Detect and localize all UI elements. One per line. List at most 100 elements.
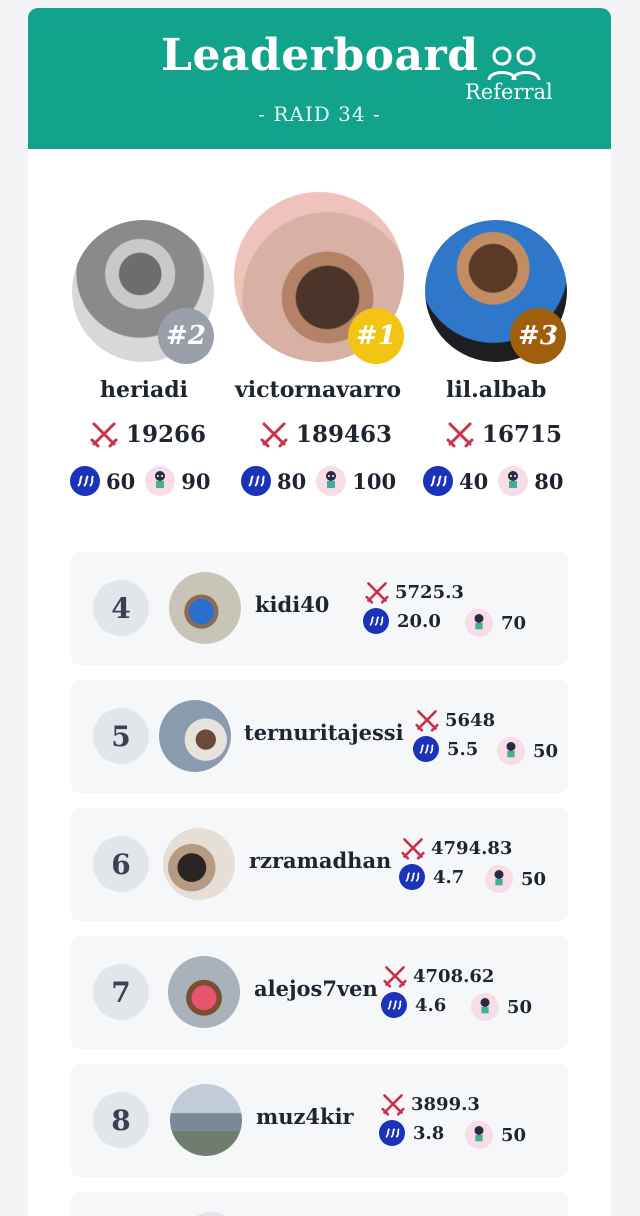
score-value: 4794.83 [431,837,513,859]
list-item[interactable]: 5 ternuritajessi 5648 5.5 50 [71,680,568,793]
steem-value: 4.6 [415,994,447,1016]
steem-icon [70,466,100,496]
pet-reward: 50 [485,865,546,893]
raid-label: - RAID 34 - [258,102,381,126]
crossed-swords-icon [365,582,389,604]
pet-value: 80 [534,468,564,494]
reward-row: 80 100 [241,466,396,496]
pet-reward: 50 [471,993,532,1021]
steem-value: 20.0 [397,610,441,632]
page-title: Leaderboard [161,30,479,81]
list-item[interactable]: 4 kidi40 5725.3 20.0 70 [71,552,568,665]
player-name: ternuritajessi [244,720,404,745]
pet-reward: 70 [465,609,526,637]
pet-value: 100 [352,468,397,494]
pet-value: 50 [521,868,547,890]
reward-row: 60 90 [70,466,210,496]
player-name: rzramadhan [249,848,392,873]
avatar [159,700,231,772]
rank-number [183,1212,239,1216]
player-score: 19266 [90,420,206,448]
avatar [170,1084,242,1156]
pet-reward: 50 [465,1121,526,1149]
list-item-partial[interactable] [71,1192,568,1216]
score-value: 5648 [445,709,496,731]
steem-reward: 5.5 [413,736,478,762]
crossed-swords-icon [446,422,474,448]
pet-reward: 50 [497,737,558,765]
steem-icon [423,466,453,496]
score-value: 3899.3 [411,1093,480,1115]
player-score: 189463 [260,420,392,448]
crossed-swords-icon [381,1094,405,1116]
player-name: muz4kir [256,1104,354,1129]
rank-number: 5 [93,708,149,764]
rank-number: 6 [93,836,149,892]
player-name: alejos7ven [254,976,378,1001]
steem-value: 5.5 [447,738,479,760]
users-icon[interactable] [486,46,542,82]
crossed-swords-icon [383,966,407,988]
player-score: 5648 [415,708,495,732]
player-score: 3899.3 [381,1092,480,1116]
crossed-swords-icon [415,710,439,732]
pet-value: 50 [501,1124,527,1146]
rank-badge: #3 [510,308,566,364]
reward-row: 40 80 [423,466,563,496]
pet-icon [316,466,347,496]
avatar [169,572,241,644]
steem-reward: 4.7 [399,864,464,890]
steem-value: 80 [277,468,307,494]
player-name: victornavarro [235,377,402,403]
score-value: 5725.3 [395,581,464,603]
pet-icon [465,1121,493,1149]
player-name: lil.albab [446,377,547,403]
avatar [168,956,240,1028]
player-score: 16715 [446,420,562,448]
player-score: 4794.83 [401,836,512,860]
pet-icon [145,466,176,496]
steem-icon [381,992,407,1018]
steem-reward: 3.8 [379,1120,444,1146]
player-score: 4708.62 [383,964,494,988]
steem-reward: 4.6 [381,992,446,1018]
steem-value: 4.7 [433,866,465,888]
rank-badge: #1 [348,308,404,364]
rank-number: 8 [93,1092,149,1148]
score-value: 16715 [482,420,563,448]
score-value: 19266 [126,420,207,448]
player-score: 5725.3 [365,580,464,604]
score-value: 4708.62 [413,965,495,987]
avatar [163,828,235,900]
list-item[interactable]: 7 alejos7ven 4708.62 4.6 50 [71,936,568,1049]
pet-icon [498,466,529,496]
list-item[interactable]: 8 muz4kir 3899.3 3.8 50 [71,1064,568,1177]
steem-value: 3.8 [413,1122,445,1144]
pet-value: 50 [507,996,533,1018]
pet-icon [485,865,513,893]
crossed-swords-icon [90,422,118,448]
pet-value: 90 [181,468,211,494]
rank-number: 7 [93,964,149,1020]
pet-value: 50 [533,740,559,762]
rank-badge: #2 [158,308,214,364]
pet-value: 70 [501,612,527,634]
steem-icon [413,736,439,762]
steem-value: 40 [459,468,489,494]
steem-icon [363,608,389,634]
steem-reward: 20.0 [363,608,441,634]
rank-number: 4 [93,580,149,636]
pet-icon [497,737,525,765]
referral-link[interactable]: Referral [465,80,553,104]
pet-icon [471,993,499,1021]
player-name: heriadi [100,377,188,403]
list-item[interactable]: 6 rzramadhan 4794.83 4.7 50 [71,808,568,921]
crossed-swords-icon [260,422,288,448]
crossed-swords-icon [401,838,425,860]
steem-icon [241,466,271,496]
player-name: kidi40 [255,592,330,617]
steem-icon [379,1120,405,1146]
steem-icon [399,864,425,890]
pet-icon [465,609,493,637]
steem-value: 60 [106,468,136,494]
